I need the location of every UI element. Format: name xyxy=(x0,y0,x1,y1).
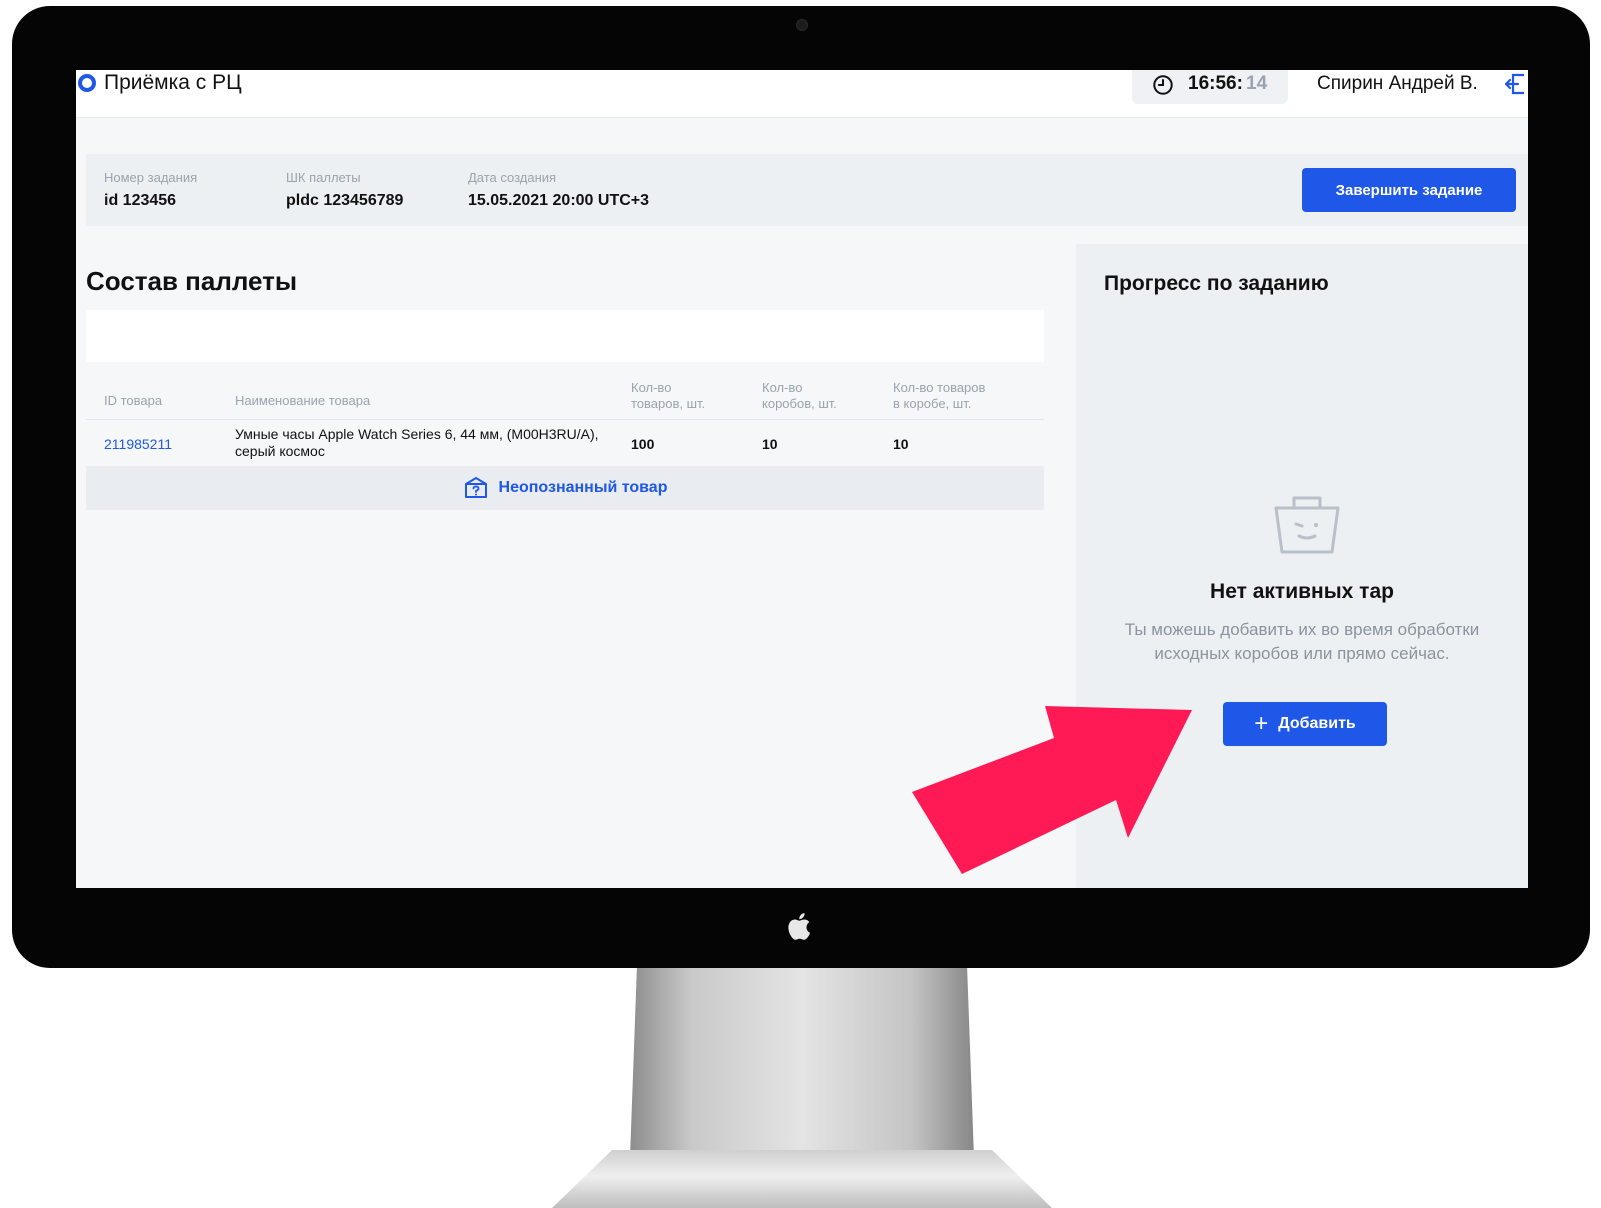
clock-seconds: 14 xyxy=(1246,73,1268,94)
progress-title: Прогресс по заданию xyxy=(1104,272,1329,295)
product-id-link[interactable]: 211985211 xyxy=(104,436,172,452)
camera xyxy=(796,19,808,31)
column-qty-per-box: Кол-во товаров в коробе, шт. xyxy=(893,380,985,412)
column-qty-items: Кол-во товаров, шт. xyxy=(631,380,705,412)
table-row[interactable]: 211985211 Умные часы Apple Watch Series … xyxy=(86,422,1044,466)
column-qty-boxes-line2: коробов, шт. xyxy=(762,396,837,411)
empty-state-title: Нет активных тар xyxy=(1210,580,1394,603)
logout-icon[interactable] xyxy=(1504,72,1526,96)
plus-icon: + xyxy=(1254,710,1269,737)
column-qty-items-line1: Кол-во xyxy=(631,380,672,395)
clock: 16:56: 14 xyxy=(1132,70,1288,104)
basket-icon xyxy=(1274,496,1340,554)
column-qty-boxes: Кол-во коробов, шт. xyxy=(762,380,837,412)
question-box-icon xyxy=(464,477,487,498)
task-number-label: Номер задания xyxy=(104,170,198,185)
qty-items: 100 xyxy=(631,436,655,452)
pallet-toolbar xyxy=(86,310,1044,362)
empty-state-description: Ты можешь добавить их во время обработки… xyxy=(1124,620,1480,663)
created-date-label: Дата создания xyxy=(468,170,557,185)
column-name: Наименование товара xyxy=(235,393,371,408)
user-name[interactable]: Спирин Андрей В. xyxy=(1317,73,1478,95)
top-bar: Приёмка с РЦ 16:56: 14 Спирин Андрей В. xyxy=(76,70,1528,118)
pallet-barcode-label: ШК паллеты xyxy=(286,170,361,185)
column-id: ID товара xyxy=(104,393,163,408)
pallet-title: Состав паллеты xyxy=(86,266,298,296)
column-qty-per-box-line1: Кол-во товаров xyxy=(893,380,986,395)
monitor-stand-base xyxy=(552,1150,1052,1208)
task-number: Номер задания id 123456 xyxy=(104,170,197,210)
pallet-barcode-value: pldc 123456789 xyxy=(286,192,404,209)
column-qty-boxes-line1: Кол-во xyxy=(762,380,803,395)
add-container-button[interactable]: + Добавить xyxy=(1223,702,1387,746)
unknown-product-label: Неопознанный товар xyxy=(498,479,668,496)
created-date: Дата создания 15.05.2021 20:00 UTC+3 xyxy=(468,170,649,210)
qty-per-box: 10 xyxy=(893,436,909,452)
monitor-stand-neck xyxy=(630,968,974,1158)
clock-hours-minutes: 16:56: xyxy=(1188,73,1243,94)
column-qty-per-box-line2: в коробе, шт. xyxy=(893,396,972,411)
created-date-value: 15.05.2021 20:00 UTC+3 xyxy=(468,192,650,209)
product-name: Умные часы Apple Watch Series 6, 44 мм, … xyxy=(235,426,599,459)
unknown-product-button[interactable]: Неопознанный товар xyxy=(86,466,1044,510)
column-qty-items-line2: товаров, шт. xyxy=(631,396,706,411)
app-title: Приёмка с РЦ xyxy=(104,71,242,94)
add-button-label: Добавить xyxy=(1278,715,1356,732)
app-logo-icon xyxy=(78,74,96,92)
clock-icon xyxy=(1153,75,1173,95)
task-number-value: id 123456 xyxy=(104,192,177,209)
qty-boxes: 10 xyxy=(762,436,778,452)
apple-logo-icon xyxy=(788,913,810,940)
arrow-pointer xyxy=(912,706,1192,874)
finish-task-button[interactable]: Завершить задание xyxy=(1302,168,1516,212)
table-header: ID товара Наименование товара Кол-во тов… xyxy=(86,376,1044,420)
app-screen: Приёмка с РЦ 16:56: 14 Спирин Андрей В. … xyxy=(76,70,1528,888)
pallet-barcode: ШК паллеты pldc 123456789 xyxy=(286,170,403,210)
